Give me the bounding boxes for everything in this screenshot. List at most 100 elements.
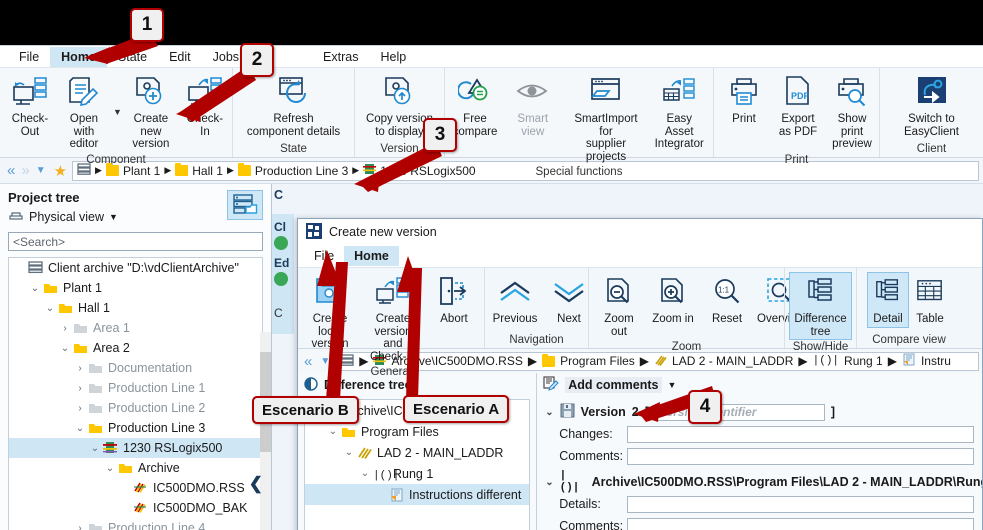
svg-text:PDF: PDF <box>791 91 810 101</box>
dialog-breadcrumb-item-4[interactable]: Instru <box>921 354 951 368</box>
dialog-button-create-version-and-checkin[interactable]: Create version and Check-In <box>359 272 427 365</box>
nav-history-dropdown-icon[interactable]: ▼ <box>33 165 49 176</box>
project-tree[interactable]: Client archive "D:\vdClientArchive" ⌄ Plan… <box>8 257 263 530</box>
tree-item[interactable]: › Production Line 1 <box>9 378 262 398</box>
ribbon-button-show-print-preview[interactable]: Show print preview <box>825 72 879 153</box>
version-changes-input[interactable] <box>627 425 974 443</box>
tree-item[interactable]: ⌄ Production Line 3 <box>9 418 262 438</box>
tree-item[interactable]: ⌄ Hall 1 <box>9 298 262 318</box>
dialog-ribbon-group-general: Create local version Create version and … <box>298 268 484 378</box>
tree-twisty-icon[interactable]: ⌄ <box>57 343 73 354</box>
twisty-open-icon[interactable]: ⌄ <box>545 477 553 488</box>
tree-twisty-icon[interactable]: › <box>72 403 88 414</box>
dialog-menu-item-file[interactable]: File <box>304 246 344 266</box>
dialog-button-zoom-out[interactable]: Zoom out <box>592 272 646 340</box>
ribbon-button-create-new-version[interactable]: Create new version <box>124 72 178 153</box>
difference-tree-item-label: Program Files <box>361 424 439 439</box>
difference-tree-item[interactable]: ⌄ LAD 2 - MAIN_LADDR <box>305 442 529 463</box>
ribbon-button-smart-view[interactable]: Smart view <box>502 72 564 140</box>
ribbon-button-print[interactable]: Print <box>717 72 771 128</box>
dialog-button-zoom-in[interactable]: Zoom in <box>646 272 700 328</box>
tree-item[interactable]: ⌄ 1230 RSLogix500 <box>9 438 262 458</box>
tree-item[interactable]: IC500DMO_BAK <box>9 498 262 518</box>
tree-twisty-icon[interactable]: ⌄ <box>42 303 58 314</box>
version-comments-row: Comments: <box>559 445 982 467</box>
breadcrumb-item-production-line-3[interactable]: Production Line 3 <box>255 164 348 178</box>
dialog-toggle-table-view[interactable]: Table <box>909 272 951 328</box>
tree-item[interactable]: › Production Line 2 <box>9 398 262 418</box>
twisty-open-icon[interactable]: ⌄ <box>545 407 553 418</box>
menu-item-help[interactable]: Help <box>369 47 417 67</box>
dialog-toggle-difference-tree[interactable]: Difference tree <box>789 272 852 340</box>
tree-twisty-icon[interactable]: ⌄ <box>87 443 103 454</box>
dialog-button-reset-zoom[interactable]: 1:1 Reset <box>700 272 754 328</box>
chevron-down-icon[interactable]: ▼ <box>109 212 118 222</box>
ribbon-button-smartimport[interactable]: SmartImport for supplier projects <box>564 72 649 165</box>
print-preview-icon <box>836 74 868 110</box>
tree-item[interactable]: IC500DMO.RSS <box>9 478 262 498</box>
dialog-menu-item-home[interactable]: Home <box>344 246 399 266</box>
version-comments-input[interactable] <box>627 447 974 465</box>
tree-twisty-icon[interactable]: ⌄ <box>27 283 43 294</box>
menu-item-edit[interactable]: Edit <box>158 47 202 67</box>
tree-twisty-icon[interactable]: › <box>72 383 88 394</box>
tree-item[interactable]: Client archive "D:\vdClientArchive" <box>9 258 262 278</box>
project-tree-scrollbar[interactable] <box>260 332 271 530</box>
physical-view-selector[interactable]: Physical view ▼ <box>8 209 263 224</box>
ribbon-button-check-in[interactable]: Check-In <box>178 72 232 140</box>
difference-tree-item[interactable]: ⌄ |()| Rung 1 <box>305 463 529 484</box>
tree-twisty-icon[interactable]: ⌄ <box>341 447 357 458</box>
search-input[interactable]: <Search> <box>8 232 263 251</box>
tree-twisty-icon[interactable]: ⌄ <box>357 468 373 479</box>
dialog-button-previous[interactable]: Previous <box>488 272 542 328</box>
dialog-ribbon-group-navigation: Previous Next Navigation <box>484 268 588 348</box>
tree-twisty-icon[interactable]: ⌄ <box>102 463 118 474</box>
difference-tree-item[interactable]: ⌄ Program Files <box>305 421 529 442</box>
tree-item[interactable]: ⌄ Archive <box>9 458 262 478</box>
menu-item-extras[interactable]: Extras <box>312 47 369 67</box>
dialog-button-abort[interactable]: Abort <box>427 272 481 328</box>
archive-view-icon <box>233 194 258 214</box>
chevron-down-icon[interactable]: ▼ <box>111 107 124 117</box>
collapse-panel-chevron-icon[interactable]: ❮ <box>249 474 263 494</box>
node-comments-input[interactable] <box>627 517 974 530</box>
ribbon-button-switch-to-easyclient[interactable]: Switch to EasyClient <box>898 72 965 140</box>
tree-item[interactable]: › Documentation <box>9 358 262 378</box>
tree-twisty-icon[interactable]: ⌄ <box>325 426 341 437</box>
ribbon-button-export-as-pdf[interactable]: PDF Export as PDF <box>771 72 825 140</box>
breadcrumb-sep-icon: ▶ <box>164 165 172 175</box>
rung-icon: |()| <box>559 470 580 494</box>
version-section: ⌄ Version 2 [ Version Identifier ] Chang… <box>537 397 982 467</box>
tree-twisty-icon[interactable]: › <box>57 323 73 334</box>
dialog-button-create-local-version[interactable]: Create local version <box>301 272 359 353</box>
chevron-down-icon[interactable]: ▼ <box>668 380 677 390</box>
ribbon-button-check-out[interactable]: Check-Out <box>3 72 57 140</box>
dialog-breadcrumb-item-2[interactable]: LAD 2 - MAIN_LADDR <box>672 354 793 368</box>
menu-item-home[interactable]: Home <box>50 46 107 67</box>
tree-item[interactable]: › Area 1 <box>9 318 262 338</box>
menu-item-state[interactable]: State <box>107 47 158 67</box>
folder-open-icon <box>341 425 357 439</box>
ribbon-button-easy-asset-integrator[interactable]: Easy Asset Integrator <box>648 72 710 153</box>
tree-item[interactable]: ⌄ Area 2 <box>9 338 262 358</box>
dialog-breadcrumb-item-3[interactable]: Rung 1 <box>844 354 883 368</box>
dialog-button-next-label: Next <box>557 313 581 325</box>
menu-item-file[interactable]: File <box>8 47 50 67</box>
node-details-input[interactable] <box>627 495 974 513</box>
tree-item[interactable]: › Production Line 4 <box>9 518 262 530</box>
dialog-toggle-detail-view[interactable]: Detail <box>867 272 909 328</box>
ribbon-button-refresh-component-details[interactable]: Refresh component details <box>241 72 346 140</box>
ladder-icon <box>654 354 667 369</box>
difference-tree-item[interactable]: Instructions different <box>305 484 530 505</box>
tree-twisty-icon[interactable]: › <box>72 523 88 530</box>
node-comments-row: Comments: <box>559 515 982 530</box>
dialog-breadcrumb-item-1[interactable]: Program Files <box>560 354 635 368</box>
view-mode-toggle-button[interactable] <box>227 190 263 220</box>
tree-twisty-icon[interactable]: › <box>72 363 88 374</box>
tree-twisty-icon[interactable]: ⌄ <box>72 423 88 434</box>
folder-grey-icon <box>88 401 104 415</box>
ribbon-button-open-with-editor[interactable]: Open with editor <box>57 72 111 153</box>
add-comments-header[interactable]: Add comments ▼ <box>537 373 982 397</box>
tree-item[interactable]: ⌄ Plant 1 <box>9 278 262 298</box>
version-identifier-input[interactable]: Version Identifier <box>654 403 825 421</box>
